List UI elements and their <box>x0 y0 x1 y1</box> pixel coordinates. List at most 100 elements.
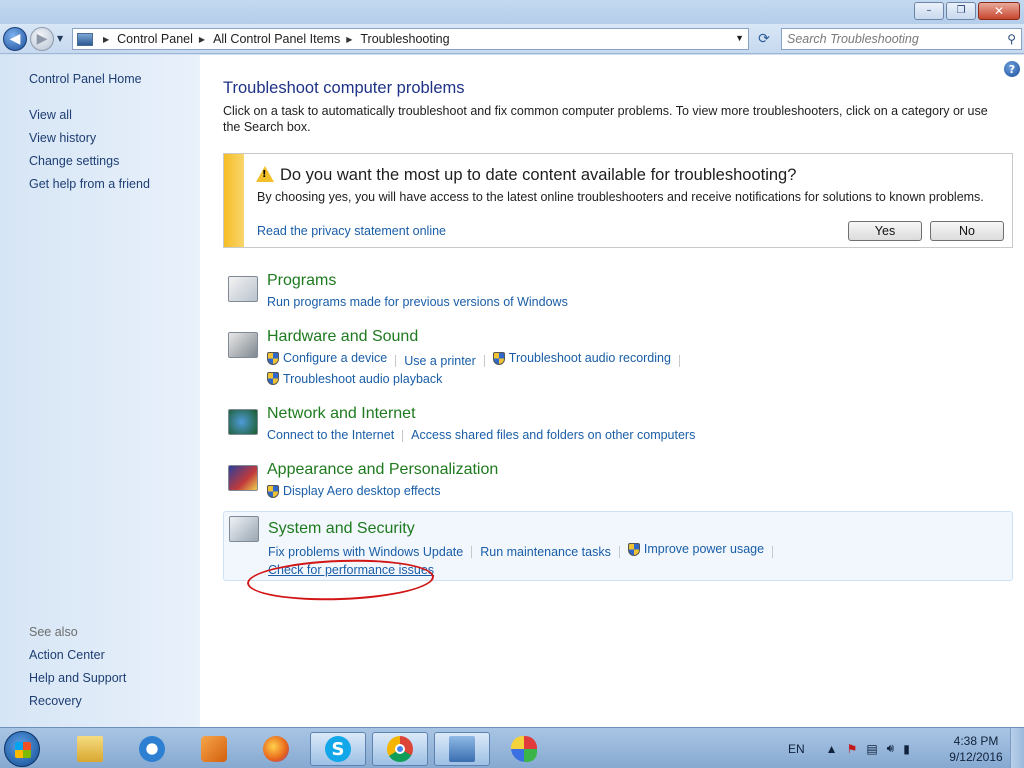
breadcrumb-separator[interactable]: ▶ <box>103 35 109 44</box>
privacy-statement-link[interactable]: Read the privacy statement online <box>257 224 446 238</box>
breadcrumb-control-panel[interactable]: Control Panel <box>117 32 193 46</box>
taskbar-explorer[interactable] <box>62 732 118 766</box>
link-audio-playback[interactable]: Troubleshoot audio playback <box>267 370 442 388</box>
link-shared-folders[interactable]: Access shared files and folders on other… <box>411 426 695 444</box>
link-audio-recording[interactable]: Troubleshoot audio recording <box>492 349 671 367</box>
breadcrumb-separator[interactable]: ▶ <box>199 35 205 44</box>
yes-button[interactable]: Yes <box>848 221 922 241</box>
infobar-heading: Do you want the most up to date content … <box>280 166 797 184</box>
sidebar-link-action-center[interactable]: Action Center <box>29 648 105 662</box>
taskbar-internet-explorer[interactable] <box>124 732 180 766</box>
shield-icon <box>492 351 505 365</box>
link-power-usage[interactable]: Improve power usage <box>627 540 764 558</box>
search-input[interactable]: Search Troubleshooting ⚲ <box>781 28 1022 50</box>
link-use-printer[interactable]: Use a printer <box>404 352 476 370</box>
forward-button[interactable]: ▶ <box>30 27 54 51</box>
link-aero-effects[interactable]: Display Aero desktop effects <box>267 482 441 500</box>
page-description: Click on a task to automatically trouble… <box>223 104 988 134</box>
link-program-compatibility[interactable]: Run programs made for previous versions … <box>267 293 568 311</box>
volume-icon[interactable]: 🔊︎ <box>887 741 895 756</box>
search-icon[interactable]: ⚲ <box>1007 32 1016 46</box>
link-connect-internet[interactable]: Connect to the Internet <box>267 426 394 444</box>
minimize-button[interactable]: – <box>914 2 944 20</box>
breadcrumb-troubleshooting[interactable]: Troubleshooting <box>360 32 449 46</box>
control-panel-icon <box>77 32 93 46</box>
system-and-security-icon <box>229 516 259 542</box>
taskbar-control-panel[interactable] <box>434 732 490 766</box>
network-and-internet-icon <box>228 409 258 435</box>
link-configure-device[interactable]: Configure a device <box>267 349 387 367</box>
back-button[interactable]: ◀ <box>3 27 27 51</box>
action-center-flag-icon[interactable]: ⚑ <box>847 742 858 756</box>
address-dropdown-icon[interactable]: ▼ <box>735 33 744 43</box>
power-icon[interactable]: ▮ <box>903 742 910 756</box>
category-title[interactable]: Hardware and Sound <box>267 328 418 346</box>
link-maintenance-tasks[interactable]: Run maintenance tasks <box>480 543 611 561</box>
breadcrumb-all-items[interactable]: All Control Panel Items <box>213 32 340 46</box>
refresh-icon[interactable]: ⟳ <box>753 28 775 50</box>
category-title[interactable]: Programs <box>267 272 336 290</box>
category-appearance-and-personalization: Appearance and Personalization Display A… <box>223 461 1013 501</box>
windows-logo-icon <box>15 742 31 758</box>
sidebar-link-get-help[interactable]: Get help from a friend <box>29 177 150 191</box>
taskbar-skype[interactable]: S <box>310 732 366 766</box>
navigation-bar: ◀ ▶ ▼ ▶ Control Panel ▶ All Control Pane… <box>0 24 1024 54</box>
restore-button[interactable]: ❐ <box>946 2 976 20</box>
sidebar-link-view-history[interactable]: View history <box>29 131 96 145</box>
infobar-body: By choosing yes, you will have access to… <box>257 190 984 204</box>
link-label: Troubleshoot audio recording <box>508 351 671 365</box>
system-clock[interactable]: 4:38 PM 9/12/2016 <box>946 733 1006 765</box>
clock-date: 9/12/2016 <box>949 750 1003 764</box>
shield-icon <box>267 372 279 385</box>
media-player-icon <box>201 736 227 762</box>
help-icon[interactable]: ? <box>1004 61 1020 77</box>
link-label: Fix problems with Windows Update <box>268 544 464 559</box>
start-button[interactable] <box>4 731 40 767</box>
control-panel-icon <box>449 736 475 762</box>
language-indicator[interactable]: EN <box>788 742 805 756</box>
skype-icon: S <box>325 736 351 762</box>
show-desktop-button[interactable] <box>1010 728 1024 768</box>
link-label: Connect to the Internet <box>267 428 395 442</box>
main-content: ? Troubleshoot computer problems Click o… <box>200 55 1024 727</box>
link-label: Access shared files and folders on other… <box>411 428 696 442</box>
address-bar[interactable]: ▶ Control Panel ▶ All Control Panel Item… <box>72 28 749 50</box>
system-tray: EN ▲ ⚑ ▤ 🔊︎ ▮ <box>788 728 910 768</box>
taskbar-chrome[interactable] <box>372 732 428 766</box>
link-windows-update[interactable]: Fix problems with Windows Update <box>268 543 463 561</box>
link-label: Run programs made for previous versions … <box>267 295 568 309</box>
sidebar-link-change-settings[interactable]: Change settings <box>29 154 119 168</box>
show-hidden-icons-icon[interactable]: ▲ <box>826 742 838 756</box>
taskbar-firefox[interactable] <box>248 732 304 766</box>
shield-icon <box>267 484 279 498</box>
taskbar: S EN ▲ ⚑ ▤ 🔊︎ ▮ 4:38 PM 9/12/2016 <box>0 727 1024 768</box>
taskbar-paint[interactable] <box>496 732 552 766</box>
category-hardware-and-sound: Hardware and Sound Configure a device Use… <box>223 328 1013 388</box>
category-title[interactable]: System and Security <box>268 520 415 538</box>
taskbar-media-player[interactable] <box>186 732 242 766</box>
network-icon[interactable]: ▤ <box>866 742 877 756</box>
see-also-label: See also <box>29 625 78 639</box>
link-label: Configure a device <box>283 351 388 365</box>
windows-explorer-icon <box>77 736 103 762</box>
no-button[interactable]: No <box>930 221 1004 241</box>
category-title[interactable]: Network and Internet <box>267 405 416 423</box>
shield-icon <box>267 351 279 365</box>
recent-pages-dropdown[interactable]: ▼ <box>57 34 63 43</box>
sidebar-link-control-panel-home[interactable]: Control Panel Home <box>29 72 142 86</box>
sidebar-link-view-all[interactable]: View all <box>29 108 72 122</box>
sidebar-link-help-and-support[interactable]: Help and Support <box>29 671 126 685</box>
breadcrumb-separator[interactable]: ▶ <box>346 35 352 44</box>
link-label: Use a printer <box>404 353 476 368</box>
close-button[interactable]: ✕ <box>978 2 1020 20</box>
category-title[interactable]: Appearance and Personalization <box>267 461 498 479</box>
page-title: Troubleshoot computer problems <box>223 79 465 97</box>
link-label: Display Aero desktop effects <box>283 484 441 498</box>
category-network-and-internet: Network and Internet Connect to the Inte… <box>223 405 1013 445</box>
title-bar: – ❐ ✕ <box>0 0 1024 24</box>
internet-explorer-icon <box>139 736 165 762</box>
sidebar-link-recovery[interactable]: Recovery <box>29 694 82 708</box>
link-label: Run maintenance tasks <box>480 544 611 559</box>
sidebar: Control Panel Home View all View history… <box>0 55 200 727</box>
link-label: Troubleshoot audio playback <box>283 371 443 386</box>
